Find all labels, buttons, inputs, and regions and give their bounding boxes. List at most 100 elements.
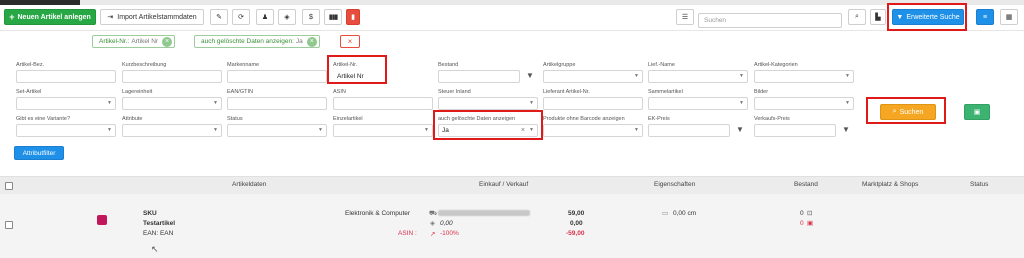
input-asin[interactable] bbox=[333, 97, 433, 110]
select-tax[interactable]: ▼ bbox=[438, 97, 538, 110]
chip-close-icon[interactable]: × bbox=[162, 36, 173, 47]
article-thumbnail[interactable] bbox=[97, 215, 107, 225]
select-status[interactable]: ▼ bbox=[227, 124, 327, 137]
label-variant: Gibt es eine Variante? bbox=[16, 116, 71, 122]
purchase-price-filter-icon[interactable]: ▼ bbox=[736, 125, 744, 134]
search-button[interactable]: ⌕ bbox=[848, 9, 866, 25]
chip-value: Artikel Nr bbox=[131, 38, 159, 45]
chevron-down-icon: ▼ bbox=[634, 127, 639, 133]
select-single-article[interactable]: ▼ bbox=[333, 124, 433, 137]
search-input[interactable] bbox=[698, 13, 842, 28]
label-tax: Steuer Inland bbox=[438, 89, 471, 95]
close-icon: × bbox=[347, 37, 353, 46]
header-properties: Eigenschaften bbox=[654, 181, 696, 188]
select-attributes[interactable]: ▼ bbox=[122, 124, 222, 137]
refresh-button[interactable]: ⟳ bbox=[232, 9, 250, 25]
label-no-barcode: Produkte ohne Barcode anzeigen bbox=[543, 116, 625, 122]
label-set-article: Set-Artikel bbox=[16, 89, 42, 95]
row-margin: -100% bbox=[440, 230, 459, 237]
chevron-down-icon: ▼ bbox=[739, 73, 744, 79]
header-marketplace: Marktplatz & Shops bbox=[862, 181, 919, 188]
chevron-down-icon: ▼ bbox=[424, 127, 429, 133]
select-supplier-name[interactable]: ▼ bbox=[648, 70, 748, 83]
row-price-3: -59,00 bbox=[566, 230, 585, 237]
chevron-down-icon: ▼ bbox=[318, 127, 323, 133]
refresh-icon: ⟳ bbox=[238, 14, 244, 21]
import-button[interactable]: ⇥ Import Artikelstammdaten bbox=[100, 9, 204, 25]
select-set-article[interactable]: ▼ bbox=[16, 97, 116, 110]
row-dimension: 0,00 cm bbox=[673, 210, 697, 217]
input-article-desc[interactable] bbox=[16, 70, 116, 83]
filter-list-button[interactable]: ≡ bbox=[976, 9, 994, 25]
price-button[interactable]: $ bbox=[302, 9, 320, 25]
filter-chip-deleted[interactable]: auch gelöschte Daten anzeigen: Ja × bbox=[194, 35, 320, 48]
input-sale-price[interactable] bbox=[754, 124, 836, 137]
label-short-desc: Kurzbeschreibung bbox=[122, 62, 167, 68]
label-collection: Sammelartikel bbox=[648, 89, 683, 95]
label-ean: EAN/GTIN bbox=[227, 89, 253, 95]
edit-icon: ✎ bbox=[216, 14, 222, 21]
select-article-group[interactable]: ▼ bbox=[543, 70, 643, 83]
filter-chip-article-nr[interactable]: Artikel-Nr.: Artikel Nr × bbox=[92, 35, 176, 48]
row-stock-1: 0 bbox=[800, 210, 804, 217]
select-no-barcode[interactable]: ▼ bbox=[543, 124, 643, 137]
trash-icon: ▮ bbox=[351, 14, 355, 21]
export-button[interactable]: ▙ bbox=[870, 9, 886, 25]
chevron-down-icon: ▼ bbox=[739, 100, 744, 106]
label-single-article: Einzelartikel bbox=[333, 116, 363, 122]
row-article-name[interactable]: Testartikel bbox=[143, 220, 175, 227]
barcode-button[interactable]: ▮▮▮ bbox=[324, 9, 342, 25]
chip-key: Artikel-Nr.: bbox=[99, 38, 130, 45]
select-images[interactable]: ▼ bbox=[754, 97, 854, 110]
chevron-down-icon: ▼ bbox=[213, 127, 218, 133]
label-article-group: Artikelgruppe bbox=[543, 62, 576, 68]
select-storage-unit[interactable]: ▼ bbox=[122, 97, 222, 110]
attribute-filter-button[interactable]: Attributfilter bbox=[14, 146, 64, 160]
select-all-checkbox[interactable] bbox=[5, 182, 13, 190]
input-purchase-price[interactable] bbox=[648, 124, 730, 137]
edit-button[interactable]: ✎ bbox=[210, 9, 228, 25]
import-icon: ⇥ bbox=[107, 14, 114, 21]
save-icon: ▣ bbox=[973, 109, 981, 116]
sale-price-filter-icon[interactable]: ▼ bbox=[842, 125, 850, 134]
input-stock[interactable] bbox=[438, 70, 520, 83]
highlight-search-button bbox=[866, 97, 946, 124]
chevron-down-icon: ▼ bbox=[634, 73, 639, 79]
row-checkbox[interactable] bbox=[5, 221, 13, 229]
select-collection[interactable]: ▼ bbox=[648, 97, 748, 110]
chip-close-icon[interactable]: × bbox=[306, 36, 317, 47]
save-filter-button[interactable]: ▣ bbox=[964, 104, 990, 120]
label-stock: Bestand bbox=[438, 62, 459, 68]
toolbar: + Neuen Artikel anlegen ⇥ Import Artikel… bbox=[0, 5, 1024, 31]
input-short-desc[interactable] bbox=[122, 70, 222, 83]
input-ean[interactable] bbox=[227, 97, 327, 110]
header-purchase-sale: Einkauf / Verkauf bbox=[479, 181, 529, 188]
stock-filter-icon[interactable]: ▼ bbox=[526, 71, 534, 80]
person-button[interactable]: ♟ bbox=[256, 9, 274, 25]
input-supplier-article-nr[interactable] bbox=[543, 97, 643, 110]
list-sort-icon: ☰ bbox=[681, 14, 689, 21]
search-icon: ⌕ bbox=[855, 13, 859, 20]
tag-icon: ◈ bbox=[430, 220, 435, 227]
row-asin-label: ASIN : bbox=[398, 230, 417, 237]
label-asin: ASIN bbox=[333, 89, 346, 95]
input-brand[interactable] bbox=[227, 70, 327, 83]
new-article-button[interactable]: + Neuen Artikel anlegen bbox=[4, 9, 96, 25]
label-brand: Markenname bbox=[227, 62, 260, 68]
redacted-supplier-info bbox=[438, 210, 530, 216]
row-purchase-value: 0,00 bbox=[440, 220, 453, 227]
row-price-2: 0,00 bbox=[570, 220, 583, 227]
delete-button[interactable]: ▮ bbox=[346, 9, 360, 25]
calendar-icon: ▣ bbox=[807, 220, 814, 227]
person-icon: ♟ bbox=[261, 14, 269, 21]
chip-value: Ja bbox=[295, 38, 303, 45]
label-supplier-article-nr: Lieferant Artikel-Nr. bbox=[543, 89, 590, 95]
tag-button[interactable]: ◈ bbox=[278, 9, 296, 25]
label-categories: Artikel-Kategorien bbox=[754, 62, 798, 68]
sort-button[interactable]: ☰ bbox=[676, 9, 694, 25]
select-variant[interactable]: ▼ bbox=[16, 124, 116, 137]
clear-filters-button[interactable]: × bbox=[340, 35, 360, 48]
select-categories[interactable]: ▼ bbox=[754, 70, 854, 83]
chevron-down-icon: ▼ bbox=[213, 100, 218, 106]
columns-button[interactable]: ▦ bbox=[1000, 9, 1018, 25]
